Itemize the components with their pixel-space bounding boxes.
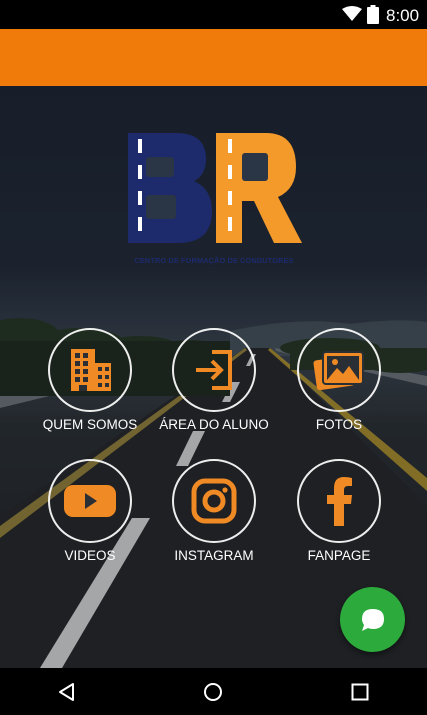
menu-item-instagram[interactable]: INSTAGRAM: [159, 459, 269, 579]
menu-item-quem-somos[interactable]: QUEM SOMOS: [35, 328, 145, 448]
youtube-icon: [64, 485, 116, 517]
status-bar: 8:00: [0, 0, 427, 29]
menu-label: INSTAGRAM: [174, 548, 254, 563]
menu-item-videos[interactable]: VIDEOS: [35, 459, 145, 579]
chat-fab-button[interactable]: [340, 587, 405, 652]
instagram-icon: [191, 478, 237, 524]
menu-item-fanpage[interactable]: FANPAGE: [284, 459, 394, 579]
back-button[interactable]: [51, 676, 83, 708]
menu-ring: [172, 328, 256, 412]
battery-icon: [367, 5, 379, 24]
recents-icon: [351, 683, 369, 701]
building-icon: [71, 349, 111, 391]
navigation-bar: [0, 668, 427, 715]
br-logo: [128, 133, 302, 243]
photos-icon: [313, 351, 364, 391]
menu-ring: [48, 459, 132, 543]
menu-label: FOTOS: [315, 417, 363, 432]
chat-bubble-icon: [361, 608, 384, 631]
menu-label: QUEM SOMOS: [42, 417, 138, 432]
menu-ring: [172, 459, 256, 543]
status-time: 8:00: [386, 6, 420, 25]
app-bar: [0, 29, 427, 86]
wifi-icon: [342, 6, 362, 21]
home-button[interactable]: [197, 676, 229, 708]
main-content: CENTRO DE FORMAÇÃO DE CONDUTORES QUEM SO…: [0, 86, 427, 668]
menu-item-area-do-aluno[interactable]: ÁREA DO ALUNO: [159, 328, 269, 448]
recents-button[interactable]: [344, 676, 376, 708]
menu-label: FANPAGE: [307, 548, 371, 563]
sign-in-icon: [196, 350, 232, 390]
menu-ring: [297, 328, 381, 412]
menu-ring: [297, 459, 381, 543]
menu-ring: [48, 328, 132, 412]
facebook-icon: [327, 477, 352, 526]
back-icon: [59, 683, 74, 701]
menu-label: ÁREA DO ALUNO: [159, 417, 269, 432]
menu-label: VIDEOS: [64, 548, 116, 563]
menu-item-fotos[interactable]: FOTOS: [284, 328, 394, 448]
home-icon: [204, 683, 222, 701]
logo-caption: CENTRO DE FORMAÇÃO DE CONDUTORES: [134, 256, 294, 265]
